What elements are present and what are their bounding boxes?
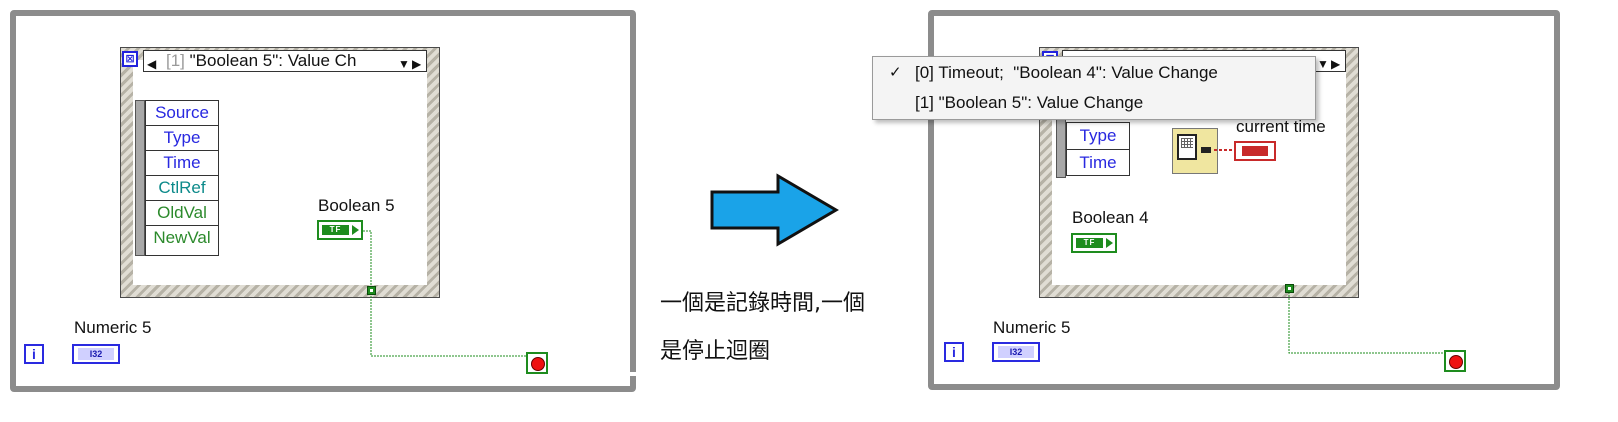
check-icon: ✓ [889,64,902,81]
menu-item-label: Timeout; "Boolean 4": Value Change [938,63,1218,82]
menu-item-index: [1] [915,93,934,112]
numeric-5-label: Numeric 5 [74,318,152,337]
iteration-terminal-left[interactable]: i [24,344,44,364]
caption-line-1: 一個是記錄時間,一個 [660,291,865,316]
caption-line-2: 是停止迴圈 [660,339,771,364]
menu-item-timeout-boolean-4[interactable]: ✓ [0] Timeout; "Boolean 4": Value Change [873,58,1315,88]
loop-condition-stop-left[interactable] [526,352,548,374]
numeric-5-indicator-right[interactable]: I32 [992,342,1040,362]
numeric-5-label-right: Numeric 5 [993,318,1071,337]
menu-item-label: "Boolean 5": Value Change [938,93,1144,112]
iteration-terminal-right[interactable]: i [944,342,964,362]
menu-item-boolean-5[interactable]: [1] "Boolean 5": Value Change [873,88,1315,118]
loop-tunnel-left [367,286,376,295]
right-arrow-icon [710,173,839,247]
numeric-5-indicator[interactable]: I32 [72,344,120,364]
loop-condition-stop-right[interactable] [1444,350,1466,372]
event-case-menu: ✓ [0] Timeout; "Boolean 4": Value Change… [872,56,1316,120]
menu-item-index: [0] [915,63,934,82]
loop-tunnel-right [1285,284,1294,293]
boolean-wire-left [363,230,528,357]
